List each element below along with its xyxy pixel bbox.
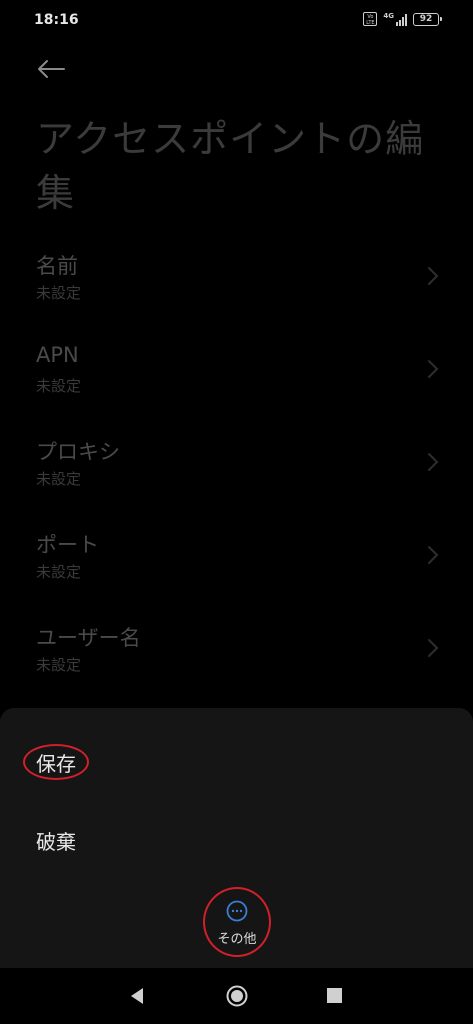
volte-bottom-text: LTE — [366, 20, 375, 26]
item-value: 未設定 — [36, 656, 82, 674]
settings-item-username[interactable]: ユーザー名 未設定 — [0, 616, 473, 709]
item-value: 未設定 — [36, 470, 82, 488]
chevron-right-icon — [428, 267, 439, 285]
arrow-left-icon — [38, 60, 65, 78]
network-type: 4G — [383, 11, 394, 20]
settings-item-name[interactable]: 名前 未設定 — [0, 244, 473, 337]
settings-item-port[interactable]: ポート 未設定 — [0, 523, 473, 616]
discard-button[interactable]: 破棄 — [36, 826, 76, 855]
chevron-right-icon — [428, 360, 439, 378]
settings-item-proxy[interactable]: プロキシ 未設定 — [0, 430, 473, 523]
battery-icon: 92 — [413, 12, 442, 26]
settings-list: 名前 未設定 APN 未設定 プロキシ 未設定 ポート 未設定 ユーザー名 未設… — [0, 244, 473, 709]
back-button[interactable] — [34, 54, 68, 84]
navigation-bar — [0, 968, 473, 1024]
nav-recents-icon[interactable] — [327, 988, 342, 1003]
status-time: 18:16 — [34, 12, 79, 28]
chevron-right-icon — [428, 453, 439, 471]
nav-home-icon[interactable] — [226, 985, 248, 1007]
status-bar: 18:16 Vo LTE 4G 92 — [0, 0, 473, 44]
item-label: APN — [36, 343, 79, 367]
item-label: ユーザー名 — [36, 626, 141, 650]
network-indicator: 4G — [383, 11, 407, 26]
battery-level: 92 — [419, 13, 433, 24]
save-highlight-annotation — [23, 744, 89, 780]
nav-back-icon[interactable] — [129, 987, 145, 1005]
more-highlight-annotation — [203, 887, 271, 957]
signal-icon — [396, 13, 407, 26]
item-label: ポート — [36, 533, 99, 557]
item-value: 未設定 — [36, 284, 82, 302]
status-icons: Vo LTE 4G 92 — [363, 11, 442, 26]
item-value: 未設定 — [36, 377, 82, 395]
item-label: プロキシ — [36, 440, 120, 464]
item-value: 未設定 — [36, 563, 82, 581]
item-label: 名前 — [36, 254, 78, 278]
volte-icon: Vo LTE — [363, 12, 378, 26]
settings-item-apn[interactable]: APN 未設定 — [0, 337, 473, 430]
chevron-right-icon — [428, 546, 439, 564]
chevron-right-icon — [428, 639, 439, 657]
page-title: アクセスポイントの編集 — [36, 117, 425, 215]
